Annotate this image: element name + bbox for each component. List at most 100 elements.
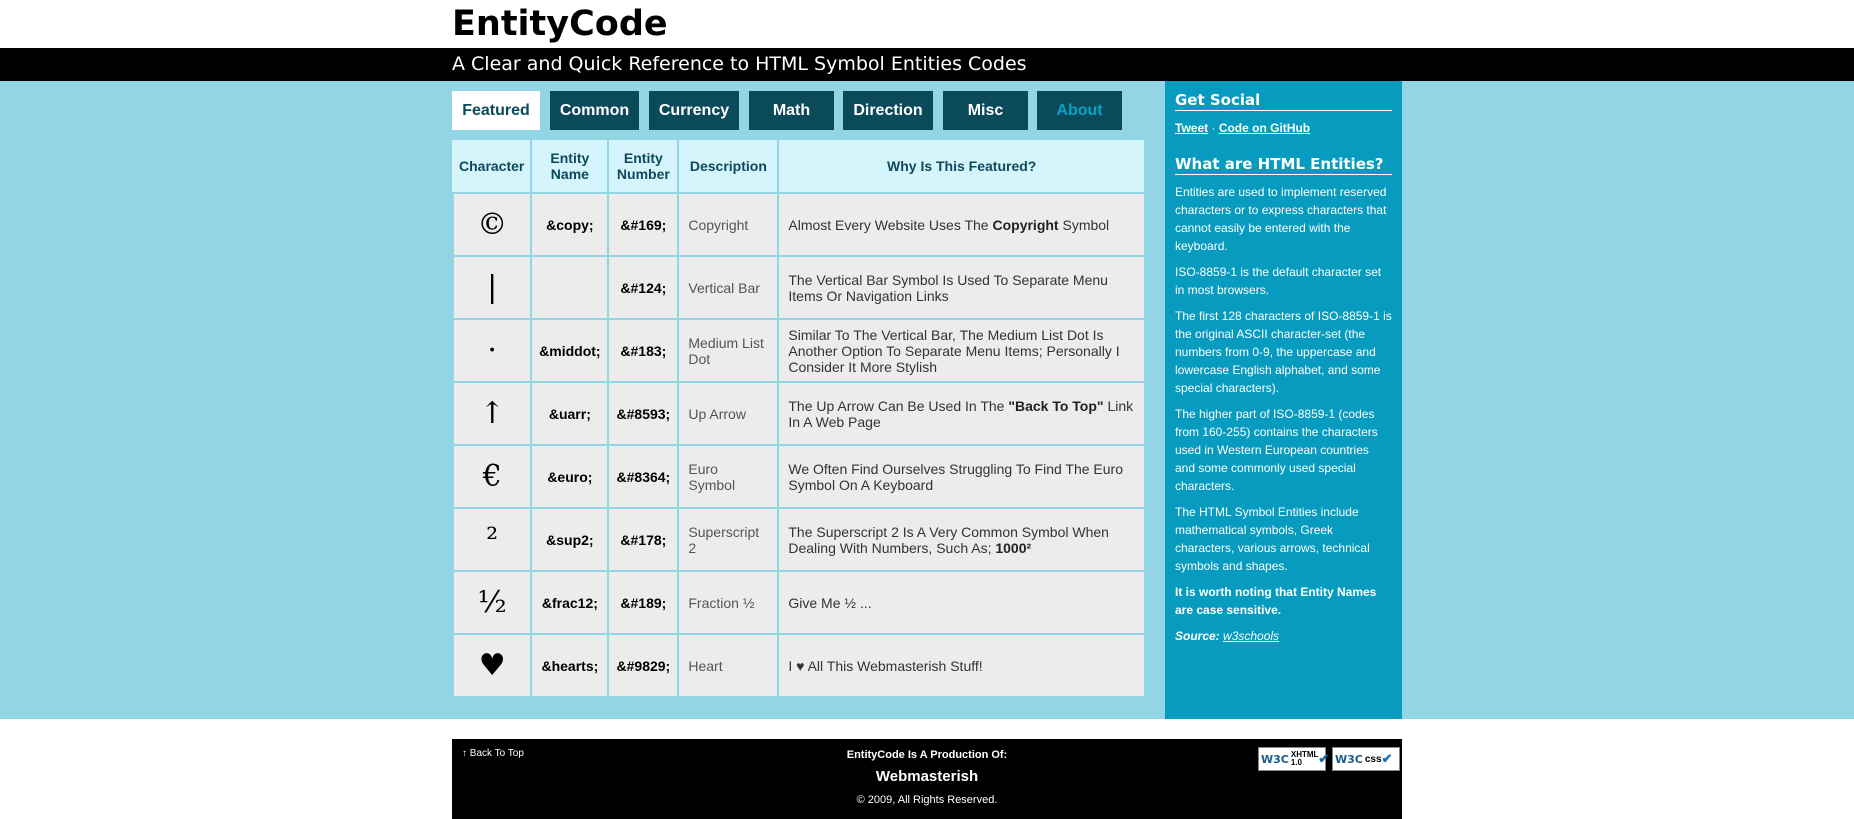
tagline: A Clear and Quick Reference to HTML Symb… bbox=[452, 53, 1027, 75]
tagline-bar: A Clear and Quick Reference to HTML Symb… bbox=[0, 48, 1854, 81]
col-character: Character bbox=[453, 140, 533, 194]
entity-name: &frac12; bbox=[530, 570, 610, 635]
entity-character: © bbox=[451, 192, 533, 257]
entities-table: Character Entity Name Entity Number Desc… bbox=[451, 140, 1146, 698]
table-header-row: Character Entity Name Entity Number Desc… bbox=[453, 140, 1146, 194]
entity-character: € bbox=[451, 444, 533, 509]
table-row: © &copy; &#169; Copyright Almost Every Websi… bbox=[451, 192, 1146, 257]
github-link[interactable]: Code on GitHub bbox=[1219, 121, 1310, 135]
xhtml-label: XHTML 1.0 bbox=[1290, 750, 1319, 767]
featured-reason-text: Almost Every Website Uses The bbox=[788, 216, 993, 233]
entity-description: Heart bbox=[677, 633, 780, 698]
featured-reason-text: The Vertical Bar Symbol Is Used To Separ… bbox=[788, 271, 1108, 304]
social-links: Tweet · Code on GitHub bbox=[1175, 121, 1392, 135]
social-heading: Get Social bbox=[1175, 91, 1392, 111]
site-title[interactable]: EntityCode bbox=[452, 4, 668, 44]
table-row: | &#124; Vertical Bar The Vertical Bar Symb… bbox=[451, 255, 1146, 320]
featured-reason-text: We Often Find Ourselves Struggling To Fi… bbox=[788, 460, 1123, 493]
sidebar: Get Social Tweet · Code on GitHub What a… bbox=[1165, 81, 1402, 719]
entity-name: &copy; bbox=[530, 192, 610, 257]
check-icon: ✔ bbox=[1381, 751, 1393, 766]
footer-gap bbox=[0, 719, 1854, 739]
entity-name: &middot; bbox=[530, 318, 610, 383]
header: EntityCode bbox=[0, 0, 1854, 48]
css-label: css bbox=[1364, 753, 1382, 765]
entity-number: &#183; bbox=[607, 318, 680, 383]
entities-heading: What are HTML Entities? bbox=[1175, 155, 1392, 175]
tab-misc[interactable]: Misc bbox=[943, 91, 1028, 130]
xhtml-valid-badge[interactable]: W3C XHTML 1.0 ✔ bbox=[1258, 747, 1329, 771]
featured-reason-highlight: Copyright bbox=[992, 216, 1059, 233]
featured-reason: The Superscript 2 Is A Very Common Symbo… bbox=[777, 507, 1146, 572]
featured-reason-text: Give Me ½ ... bbox=[788, 594, 872, 611]
entities-description: Entities are used to implement reserved … bbox=[1165, 183, 1402, 575]
table-row: € &euro; &#8364; Euro Symbol We Often Find O… bbox=[451, 444, 1146, 509]
featured-reason-text: Similar To The Vertical Bar, The Medium … bbox=[788, 326, 1120, 375]
featured-reason: We Often Find Ourselves Struggling To Fi… bbox=[777, 444, 1146, 509]
tab-featured[interactable]: Featured bbox=[452, 91, 540, 130]
featured-reason: Give Me ½ ... bbox=[777, 570, 1146, 635]
col-entity-number: Entity Number bbox=[607, 140, 680, 194]
entities-paragraph: Entities are used to implement reserved … bbox=[1175, 185, 1387, 253]
table-row: ½ &frac12; &#189; Fraction ½ Give Me ½ ... bbox=[451, 570, 1146, 635]
entity-name: &euro; bbox=[530, 444, 610, 509]
tab-direction[interactable]: Direction bbox=[843, 91, 933, 130]
table-row: ↑ &uarr; &#8593; Up Arrow The Up Arrow Can B… bbox=[451, 381, 1146, 446]
w3schools-link[interactable]: w3schools bbox=[1223, 629, 1279, 643]
entity-number: &#8364; bbox=[607, 444, 680, 509]
entity-character: ↑ bbox=[451, 381, 533, 446]
tab-math[interactable]: Math bbox=[749, 91, 834, 130]
entity-character: ♥ bbox=[451, 633, 533, 698]
source-line: Source: w3schools bbox=[1175, 627, 1392, 645]
entity-description: Vertical Bar bbox=[677, 255, 780, 320]
featured-reason: Similar To The Vertical Bar, The Medium … bbox=[777, 318, 1146, 383]
entity-description: Copyright bbox=[677, 192, 780, 257]
featured-reason: The Up Arrow Can Be Used In The "Back To… bbox=[777, 381, 1146, 446]
featured-reason-text: Symbol bbox=[1058, 216, 1110, 233]
table-body: © &copy; &#169; Copyright Almost Every Websi… bbox=[451, 192, 1146, 698]
case-sensitive-note: It is worth noting that Entity Names are… bbox=[1175, 585, 1377, 617]
entity-number: &#169; bbox=[607, 192, 680, 257]
entity-name bbox=[530, 255, 610, 320]
entities-paragraph: The HTML Symbol Entities include mathema… bbox=[1175, 505, 1370, 573]
copyright: © 2009, All Rights Reserved. bbox=[856, 794, 998, 806]
featured-reason: Almost Every Website Uses The Copyright … bbox=[777, 192, 1146, 257]
featured-reason-text: I ♥ All This Webmasterish Stuff! bbox=[788, 657, 983, 674]
tab-common[interactable]: Common bbox=[550, 91, 639, 130]
table-row: ² &sup2; &#178; Superscript 2 The Superscrip… bbox=[451, 507, 1146, 572]
entity-character: ½ bbox=[451, 570, 533, 635]
col-description: Description bbox=[677, 140, 780, 194]
col-entity-name: Entity Name bbox=[530, 140, 610, 194]
entity-description: Euro Symbol bbox=[677, 444, 780, 509]
entity-number: &#9829; bbox=[607, 633, 680, 698]
check-icon: ✔ bbox=[1318, 751, 1330, 766]
tab-about[interactable]: About bbox=[1037, 91, 1122, 130]
entity-character: | bbox=[451, 255, 533, 320]
entity-number: &#124; bbox=[607, 255, 680, 320]
entity-description: Superscript 2 bbox=[677, 507, 780, 572]
separator: · bbox=[1211, 121, 1216, 135]
entities-paragraph: ISO-8859-1 is the default character set … bbox=[1175, 265, 1382, 297]
entity-character: · bbox=[451, 318, 533, 383]
css-valid-badge[interactable]: W3C css ✔ bbox=[1332, 747, 1400, 771]
col-why-featured: Why Is This Featured? bbox=[777, 140, 1146, 194]
w3c-logo-css: W3C bbox=[1335, 752, 1363, 766]
entity-name: &hearts; bbox=[530, 633, 610, 698]
entity-description: Medium List Dot bbox=[677, 318, 780, 383]
entity-character: ² bbox=[451, 507, 533, 572]
entity-name: &uarr; bbox=[530, 381, 610, 446]
featured-reason-highlight: 1000² bbox=[995, 539, 1032, 556]
featured-reason: The Vertical Bar Symbol Is Used To Separ… bbox=[777, 255, 1146, 320]
entity-number: &#178; bbox=[607, 507, 680, 572]
featured-reason-text: The Up Arrow Can Be Used In The bbox=[788, 397, 1009, 414]
entity-description: Up Arrow bbox=[677, 381, 780, 446]
tab-currency[interactable]: Currency bbox=[649, 91, 739, 130]
w3c-logo-xhtml: W3C bbox=[1261, 752, 1289, 766]
source-label: Source: bbox=[1175, 629, 1220, 643]
entity-number: &#8593; bbox=[607, 381, 680, 446]
tweet-link[interactable]: Tweet bbox=[1175, 121, 1208, 135]
entities-paragraph: The first 128 characters of ISO-8859-1 i… bbox=[1175, 309, 1392, 395]
featured-reason-highlight: "Back To Top" bbox=[1008, 397, 1104, 414]
featured-reason: I ♥ All This Webmasterish Stuff! bbox=[777, 633, 1146, 698]
footer: ↑ Back To Top EntityCode Is A Production… bbox=[452, 739, 1402, 819]
